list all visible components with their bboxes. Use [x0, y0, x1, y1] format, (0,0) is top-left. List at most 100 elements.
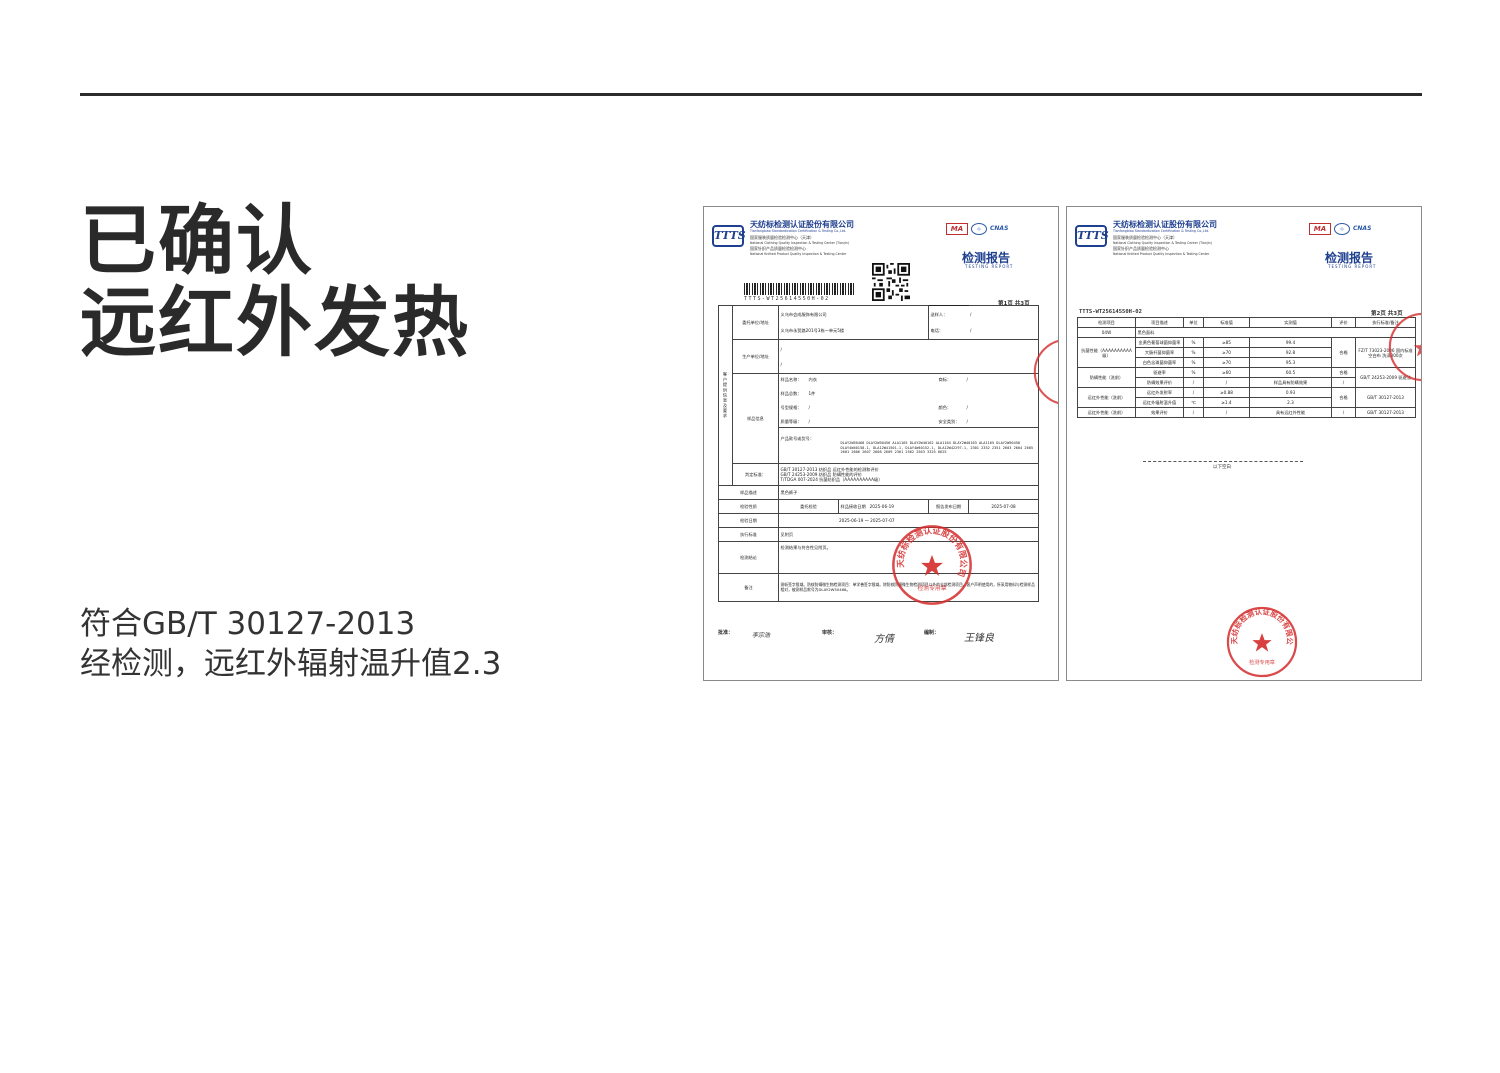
- item-unit: %: [1183, 337, 1204, 348]
- item-unit: /: [1183, 387, 1204, 398]
- measured-value: 92.8: [1249, 347, 1332, 358]
- results-header-row: 检测项目 项目描述 单位 标准值 实测值 评价 执行标准/备注: [1077, 317, 1416, 328]
- client-name: 义乌市会成服饰有限公司: [777, 305, 930, 323]
- svg-text:检测专用章: 检测专用章: [1249, 658, 1275, 666]
- blank-divider: [1143, 461, 1303, 462]
- qr-code-icon: [872, 263, 910, 301]
- standard-values: GB/T 30127-2013 纺织品 远红外性能的检测和评价 GB/T 242…: [777, 463, 1040, 486]
- sample-desc-value: 黑色裤子: [777, 485, 1040, 500]
- results-header-cell: 实测值: [1249, 317, 1332, 328]
- barcode-icon: [744, 283, 854, 295]
- approve-signature: 李宗浩: [752, 632, 771, 639]
- item-unit: %: [1183, 367, 1204, 378]
- measured-value: 0.93: [1249, 387, 1332, 398]
- cnas-mark-icon: CNAS: [990, 225, 1009, 232]
- edge-seal-stamp-icon: [1033, 339, 1058, 405]
- item-description: 远红外辐射温升值: [1135, 397, 1184, 408]
- lab-sub-2-en: National Knitted Product Quality Inspect…: [1113, 252, 1210, 256]
- blank-below-text: 以下空白: [1213, 465, 1231, 470]
- headline: 已确认 远红外发热: [80, 200, 470, 364]
- sample-info-label: 样品信息: [732, 373, 779, 464]
- results-header-cell: 项目描述: [1135, 317, 1184, 328]
- color-label: 颜色：: [938, 405, 952, 410]
- approve-label: 批准：: [718, 630, 734, 636]
- producer-value-1: /: [780, 346, 782, 352]
- lab-logo: TTTS: [1075, 225, 1109, 247]
- results-header-cell: 单位: [1183, 317, 1204, 328]
- receive-date-value: 2025-06-19: [869, 504, 894, 509]
- client-label: 委托单位/地址: [732, 305, 779, 340]
- test-type-label: 检验性质: [718, 499, 779, 514]
- results-table: 检测项目 项目描述 单位 标准值 实测值 评价 执行标准/备注 04W 黑色面料 抗菌性能（…: [1077, 317, 1416, 418]
- svg-text:检测专用章: 检测专用章: [917, 584, 946, 592]
- measured-value: 95.3: [1249, 357, 1332, 368]
- sender-label: 送样人：: [930, 311, 948, 317]
- evaluation: 合格: [1331, 367, 1356, 378]
- evaluation: /: [1331, 377, 1356, 388]
- grade-value: /: [808, 419, 810, 424]
- phone-value: /: [968, 322, 1040, 340]
- item-unit: %: [1183, 357, 1204, 368]
- sample-desc-label: 样品描述: [718, 485, 779, 500]
- standard-value: /: [1203, 377, 1250, 388]
- evaluation: 合格: [1331, 337, 1356, 368]
- measured-value: 样品具有防螨效果: [1249, 377, 1332, 388]
- client-address: 义乌市永贸路201号3栋一单元5楼: [777, 322, 930, 340]
- report-title-en: TESTING REPORT: [1328, 264, 1377, 269]
- receive-date-cell: 样品接收日期 2025-06-19: [837, 499, 930, 514]
- review-signature: 方倩: [874, 634, 894, 645]
- item-description: 大肠杆菌抑菌率: [1135, 347, 1184, 358]
- lab-seal-stamp-icon: 天纺标检测认证股份有限公司 检测专用章: [892, 525, 972, 605]
- conclusion-label: 检测结论: [718, 541, 779, 574]
- report-title-en: TESTING REPORT: [965, 264, 1014, 269]
- item-description: 防螨效果评价: [1135, 377, 1184, 388]
- standard-label: 判定标准：: [732, 463, 779, 486]
- standard-value: ≥60: [1203, 367, 1250, 378]
- brand-value: /: [966, 377, 968, 382]
- test-item: 防螨性能（洗前）: [1077, 367, 1136, 388]
- producer-value: / /: [777, 339, 1040, 374]
- standard-value: ≥85: [1203, 337, 1250, 348]
- test-report-page-1: TTTS 天纺标检测认证股份有限公司 Tianfangbiao Standard…: [703, 206, 1059, 681]
- sample-desc: 黑色面料: [1135, 327, 1416, 338]
- cma-mark-icon: MA: [1309, 223, 1331, 235]
- lab-sub-2-en: National Knitted Product Quality Inspect…: [750, 252, 847, 256]
- test-report-page-2: TTTS 天纺标检测认证股份有限公司 Tianfangbiao Standard…: [1066, 206, 1422, 681]
- color-value: /: [966, 405, 968, 410]
- report-number: TTTS-WT25614550H-02: [1079, 309, 1142, 315]
- description: 符合GB/T 30127-2013 经检测，远红外辐射温升值2.3: [80, 604, 501, 684]
- sample-code: 04W: [1077, 327, 1136, 338]
- item-unit: /: [1183, 377, 1204, 388]
- producer-value-2: /: [780, 361, 782, 367]
- certification-marks: MA ◎ CNAS: [1309, 223, 1379, 235]
- product-number-cell: 产品款号或货号： DLAY2W50468 DLAY2W50456 ALA1165…: [777, 427, 1040, 464]
- lab-name-en: Tianfangbiao Standardization Certificati…: [1113, 229, 1210, 233]
- ilac-mark-icon: ◎: [971, 223, 987, 235]
- results-row: 防螨性能（洗前） 驱避率% ≥60 60.5 合格 GB/T 24253-2009 驱避法: [1077, 367, 1416, 388]
- product-number-label: 产品款号或货号：: [780, 436, 815, 442]
- issue-date-value: 2025-07-08: [968, 499, 1040, 514]
- standard-value: /: [1203, 407, 1250, 418]
- safety-label: 安全类别：: [938, 419, 960, 424]
- issue-date-label: 报告发布日期: [928, 499, 970, 514]
- measured-value: 具有远红外性能: [1249, 407, 1332, 418]
- test-item: 远红外性能（洗前）: [1077, 407, 1136, 418]
- item-description: 效果评价: [1135, 407, 1184, 418]
- sample-info-block: 样品名称： 内衣 商标： / 样品总数： 1件 号型规格： / 颜色： / 质量…: [777, 373, 1040, 428]
- test-type-value: 委托检验: [778, 499, 839, 514]
- lab-logo: TTTS: [712, 225, 746, 247]
- certification-marks: MA ◎ CNAS: [946, 223, 1016, 235]
- item-unit: /: [1183, 407, 1204, 418]
- test-item: 抗菌性能（AAAAAAAAAA级）: [1077, 337, 1136, 368]
- edge-seal-stamp-icon: [1388, 312, 1421, 382]
- remark-label: 备注: [718, 573, 779, 602]
- model-value: /: [808, 405, 810, 410]
- product-number-value: DLAY2W50468 DLAY2W50456 ALA1165 DLAY2W40…: [840, 441, 1034, 455]
- standard-value: ≥1.4: [1203, 397, 1250, 408]
- grade-label: 质量等级：: [780, 419, 802, 424]
- review-label: 审核：: [822, 630, 838, 636]
- report-info-table: 客户提供信息及要求 委托单位/地址 义乌市会成服饰有限公司 送样人： / 义乌市…: [718, 305, 1040, 602]
- item-description: 远红外发射率: [1135, 387, 1184, 398]
- lab-sub-1-en: National Clothing Quality Inspection & T…: [1113, 241, 1212, 245]
- item-description: 白色念珠菌抑菌率: [1135, 357, 1184, 368]
